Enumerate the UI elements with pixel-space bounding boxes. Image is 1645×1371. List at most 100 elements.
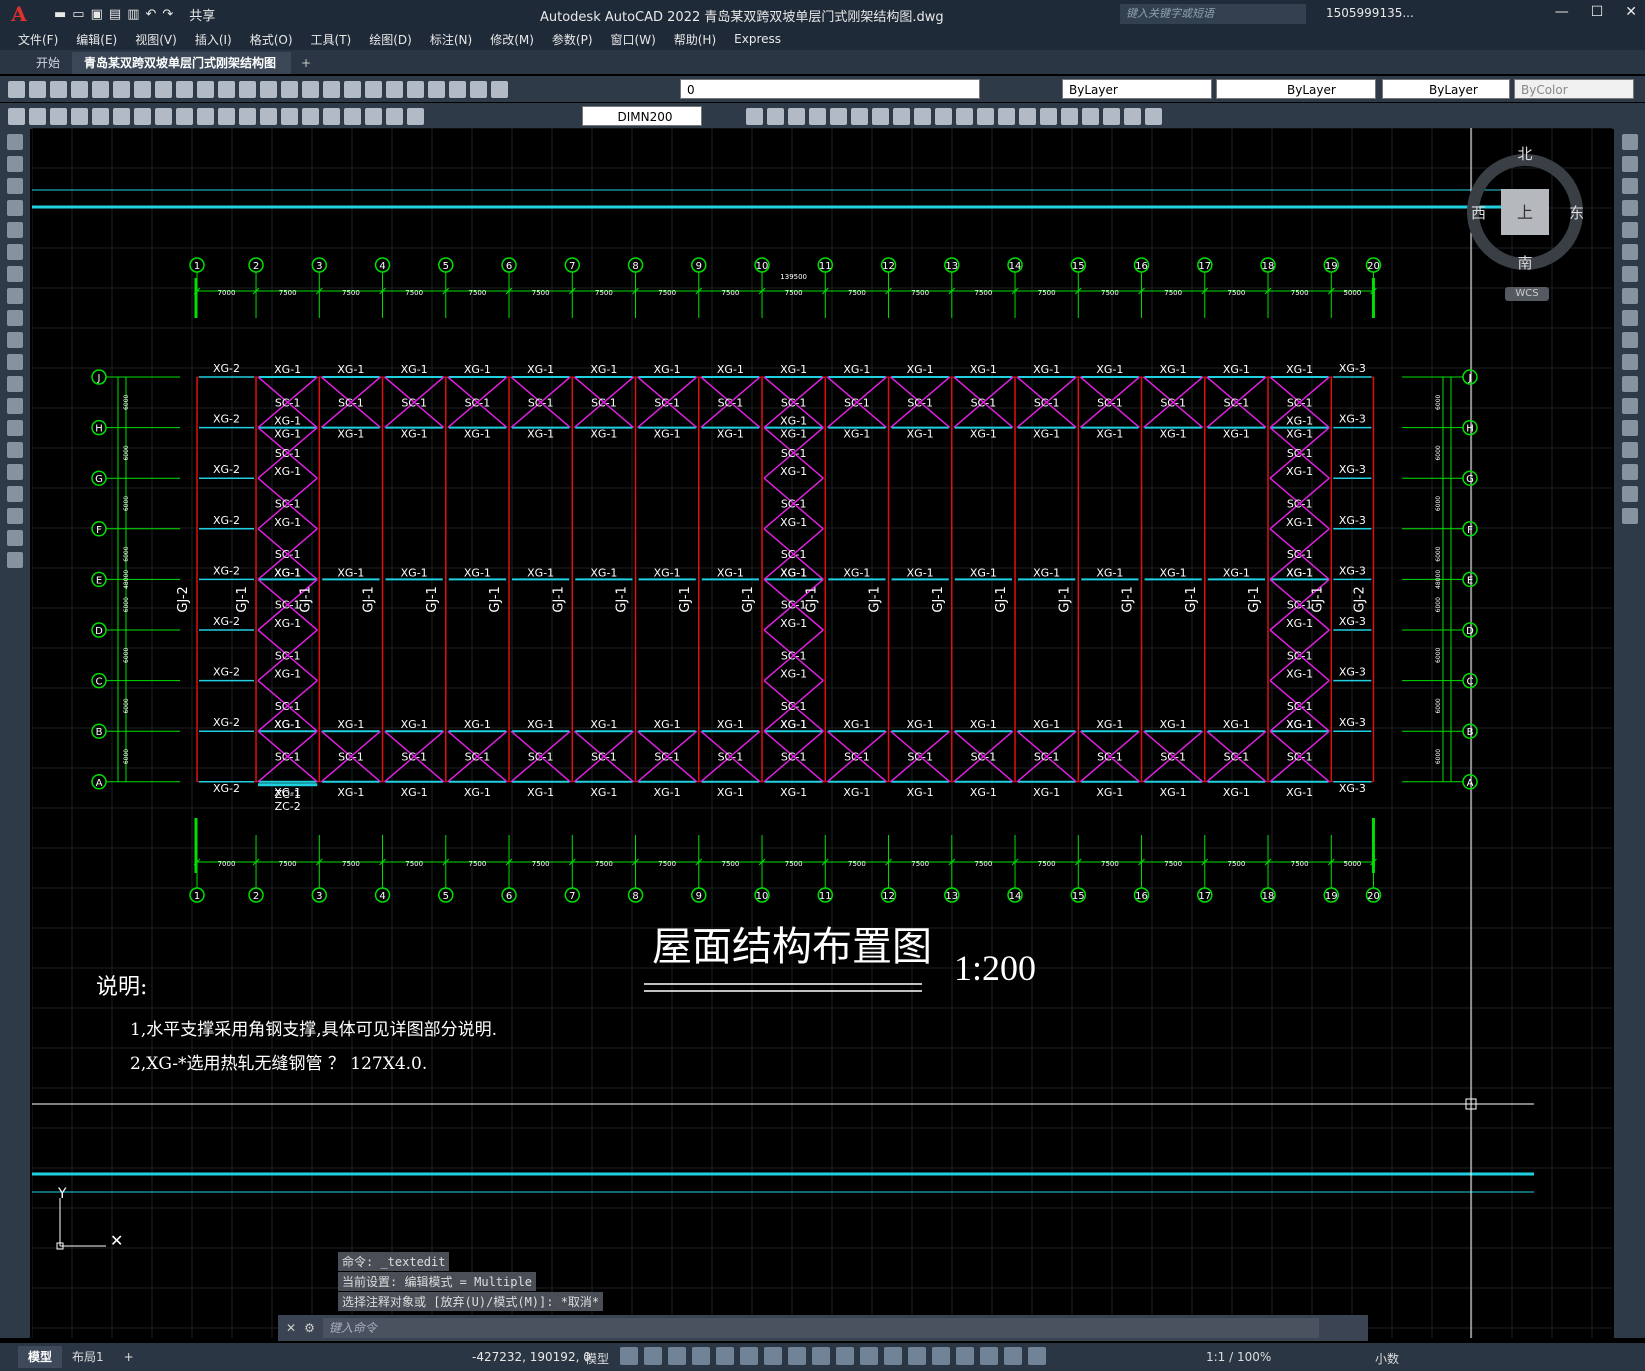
calculator-icon[interactable] [449,80,466,98]
linetype-dropdown[interactable]: ByLayer [1216,79,1376,99]
baseline-icon[interactable] [197,107,214,125]
add-selected-icon[interactable] [7,552,23,568]
lineweight-icon[interactable] [812,1347,830,1365]
mtext-icon[interactable] [7,530,23,546]
wcs-menu[interactable]: WCS [1505,287,1549,301]
qnew-icon[interactable] [8,80,25,98]
hatch-tool-icon[interactable] [7,442,23,458]
menu-tools[interactable]: 工具(T) [311,31,352,48]
insert-block-icon[interactable] [7,376,23,392]
compass-north[interactable]: 北 [1517,145,1532,163]
ellipse-arc-icon[interactable] [7,354,23,370]
line-icon[interactable] [7,134,23,150]
side-scale-icon[interactable] [1621,288,1638,304]
linear-dim-icon[interactable] [8,107,25,125]
side-copy-icon[interactable] [1621,156,1638,172]
grid-toggle-icon[interactable] [620,1347,638,1365]
zoom-realtime-icon[interactable] [281,80,298,98]
dim-break-icon[interactable] [260,107,277,125]
units-display[interactable]: 小数 [1375,1350,1399,1367]
side-offset-icon[interactable] [1621,200,1638,216]
create-block-icon[interactable] [7,398,23,414]
selection-filter-icon[interactable] [932,1347,950,1365]
open-icon[interactable] [29,80,46,98]
layer-properties-icon[interactable] [491,80,508,98]
arc-length-icon[interactable] [50,107,67,125]
tool-palettes-icon[interactable] [386,80,403,98]
preview-icon[interactable] [92,80,109,98]
plot-icon[interactable]: ▥ [127,7,139,22]
polyline-icon[interactable] [7,178,23,194]
dim-update-icon[interactable] [407,107,424,125]
compass-south[interactable]: 南 [1517,254,1532,272]
save-icon[interactable] [50,80,67,98]
scale-icon[interactable] [893,107,910,125]
ellipse-icon[interactable] [7,332,23,348]
side-stretch-icon[interactable] [1621,310,1638,326]
side-rotate-icon[interactable] [1621,266,1638,282]
spline-icon[interactable] [7,310,23,326]
isodraft-icon[interactable] [740,1347,758,1365]
tab-active-drawing[interactable]: 青岛某双跨双坡单层门式刚架结构图* ✕ [72,52,292,92]
circle-icon[interactable] [7,266,23,282]
zoom-window-icon[interactable] [302,80,319,98]
add-layout-button[interactable]: + [114,1346,144,1368]
dynamic-ucs-icon[interactable] [908,1347,926,1365]
break-icon[interactable] [977,107,994,125]
3d-osnap-icon[interactable] [884,1347,902,1365]
compass-west[interactable]: 西 [1471,204,1486,222]
gradient-tool-icon[interactable] [7,464,23,480]
trim-icon[interactable] [935,107,952,125]
selection-cycling-icon[interactable] [860,1347,878,1365]
polar-icon[interactable] [716,1347,734,1365]
save-icon[interactable]: ▣ [91,7,103,22]
compass-east[interactable]: 东 [1569,204,1584,222]
close-button[interactable]: ✕ [1625,4,1637,20]
rectangle-icon[interactable] [7,222,23,238]
model-tab[interactable]: 模型 [18,1346,63,1368]
help-icon[interactable] [470,80,487,98]
color-dropdown[interactable]: ByLayer [1062,79,1212,99]
share-button[interactable]: 共享 [189,5,215,24]
customize-command-icon[interactable]: ⚙ [304,1321,315,1335]
extend-icon[interactable] [956,107,973,125]
sheet-set-icon[interactable] [407,80,424,98]
pan-icon[interactable] [260,80,277,98]
arc-icon[interactable] [7,244,23,260]
center-mark-icon[interactable] [302,107,319,125]
offset-icon[interactable] [809,107,826,125]
dim-edit-icon[interactable] [365,107,382,125]
menu-parametric[interactable]: 参数(P) [552,31,593,48]
side-chamfer-icon[interactable] [1621,442,1638,458]
jogged-icon[interactable] [113,107,130,125]
matchprop-icon[interactable] [197,80,214,98]
maximize-button[interactable]: ☐ [1591,4,1604,20]
dim-text-edit-icon[interactable] [386,107,403,125]
print-icon[interactable] [71,80,88,98]
menu-file[interactable]: 文件(F) [18,31,58,48]
polygon-icon[interactable] [7,200,23,216]
tolerance-icon[interactable] [281,107,298,125]
close-command-icon[interactable]: ✕ [286,1321,296,1335]
side-fillet-icon[interactable] [1621,464,1638,480]
menu-edit[interactable]: 编辑(E) [76,31,117,48]
rotate-icon[interactable] [872,107,889,125]
search-input[interactable]: 键入关键字或短语 [1120,4,1306,24]
menu-help[interactable]: 帮助(H) [674,31,716,48]
point-icon[interactable] [7,420,23,436]
ortho-icon[interactable] [692,1347,710,1365]
gizmo-icon[interactable] [956,1347,974,1365]
angular-icon[interactable] [155,107,172,125]
new-tab-button[interactable]: + [291,52,321,74]
region-icon[interactable] [7,486,23,502]
undo-icon[interactable]: ↶ [145,7,156,22]
cut-icon[interactable] [134,80,151,98]
publish-icon[interactable] [113,80,130,98]
xline-icon[interactable] [7,156,23,172]
menu-view[interactable]: 视图(V) [135,31,177,48]
menu-draw[interactable]: 绘图(D) [369,31,412,48]
coordinate-readout[interactable]: -427232, 190192, 0 [472,1350,591,1364]
note-2[interactable]: 2,XG-*选用热轧无缝钢管 ？ 127X4.0. [130,1054,427,1074]
ordinate-icon[interactable] [71,107,88,125]
inspect-icon[interactable] [323,107,340,125]
